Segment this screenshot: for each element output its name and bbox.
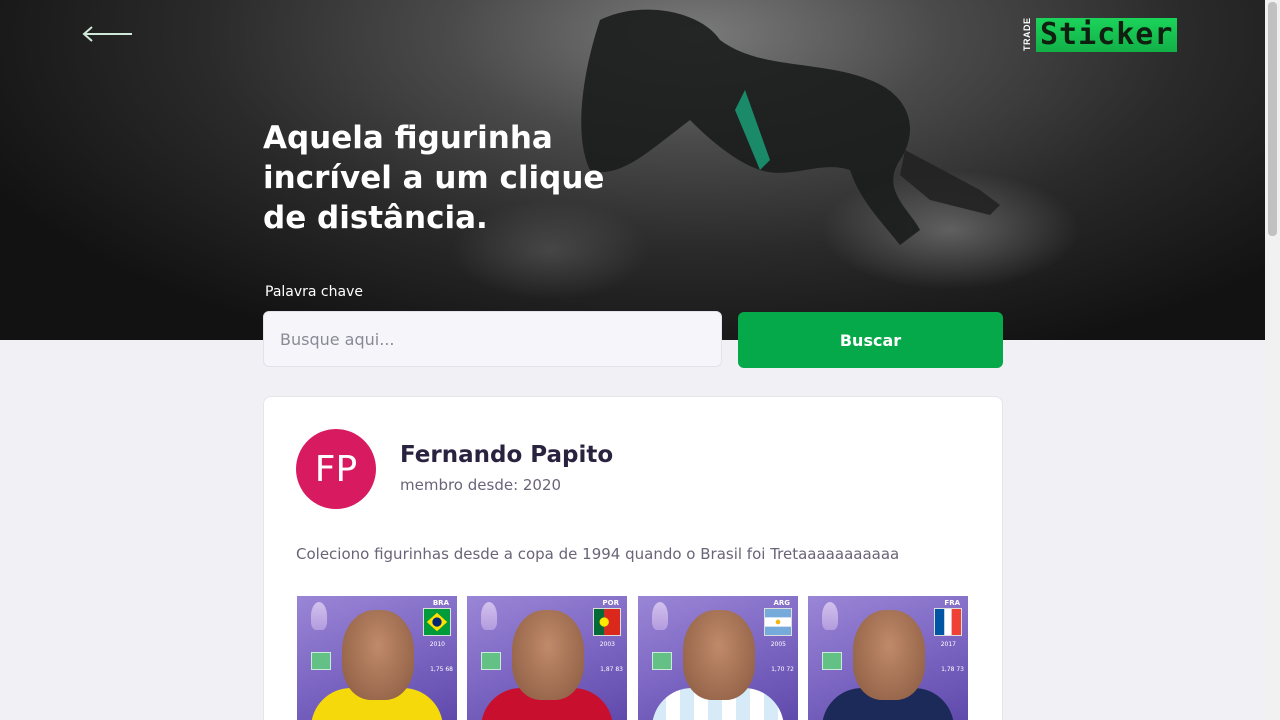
world-cup-trophy-icon xyxy=(311,602,327,630)
sticker-card[interactable]: ARG 2005 1,70 72 xyxy=(638,596,798,720)
world-cup-trophy-icon xyxy=(652,602,668,630)
sticker-card[interactable]: POR 2003 1,87 83 xyxy=(467,596,627,720)
field-position-icon xyxy=(822,652,842,670)
debut-year: 2003 xyxy=(599,641,615,648)
country-code: FRA xyxy=(944,599,960,607)
back-arrow-icon[interactable] xyxy=(80,22,136,46)
brazil-flag-icon xyxy=(423,608,451,636)
field-position-icon xyxy=(481,652,501,670)
search-button[interactable]: Buscar xyxy=(738,312,1003,368)
avatar: FP xyxy=(296,429,376,509)
player-stats: 1,78 73 xyxy=(941,666,964,673)
debut-year: 2010 xyxy=(429,641,445,648)
country-code: ARG xyxy=(773,599,790,607)
logo-trade-text: TRADE xyxy=(1022,17,1032,51)
player-stats: 1,70 72 xyxy=(771,666,794,673)
user-bio: Coleciono figurinhas desde a copa de 199… xyxy=(296,545,900,563)
player-photo xyxy=(683,610,755,700)
profile-card: FP Fernando Papito membro desde: 2020 Co… xyxy=(263,396,1003,720)
sticker-list: BRA 2010 1,75 68 POR 2003 1,87 83 ARG 20… xyxy=(297,596,977,720)
user-name: Fernando Papito xyxy=(400,442,614,468)
field-position-icon xyxy=(311,652,331,670)
sticker-card[interactable]: BRA 2010 1,75 68 xyxy=(297,596,457,720)
argentina-flag-icon xyxy=(764,608,792,636)
debut-year: 2017 xyxy=(940,641,956,648)
portugal-flag-icon xyxy=(593,608,621,636)
player-photo xyxy=(342,610,414,700)
debut-year: 2005 xyxy=(770,641,786,648)
world-cup-trophy-icon xyxy=(822,602,838,630)
search-label: Palavra chave xyxy=(265,284,363,300)
player-stats: 1,75 68 xyxy=(430,666,453,673)
player-photo xyxy=(512,610,584,700)
search-input[interactable] xyxy=(263,311,722,367)
player-photo xyxy=(853,610,925,700)
sticker-card[interactable]: FRA 2017 1,78 73 xyxy=(808,596,968,720)
hero-headline: Aquela figurinha incrível a um clique de… xyxy=(263,120,605,236)
world-cup-trophy-icon xyxy=(481,602,497,630)
player-stats: 1,87 83 xyxy=(600,666,623,673)
country-code: POR xyxy=(602,599,619,607)
trade-sticker-logo[interactable]: TRADE Sticker xyxy=(1022,14,1186,54)
field-position-icon xyxy=(652,652,672,670)
scrollbar-thumb[interactable] xyxy=(1268,2,1277,236)
country-code: BRA xyxy=(432,599,449,607)
france-flag-icon xyxy=(934,608,962,636)
member-since: membro desde: 2020 xyxy=(400,476,562,494)
logo-sticker-text: Sticker xyxy=(1036,18,1178,52)
